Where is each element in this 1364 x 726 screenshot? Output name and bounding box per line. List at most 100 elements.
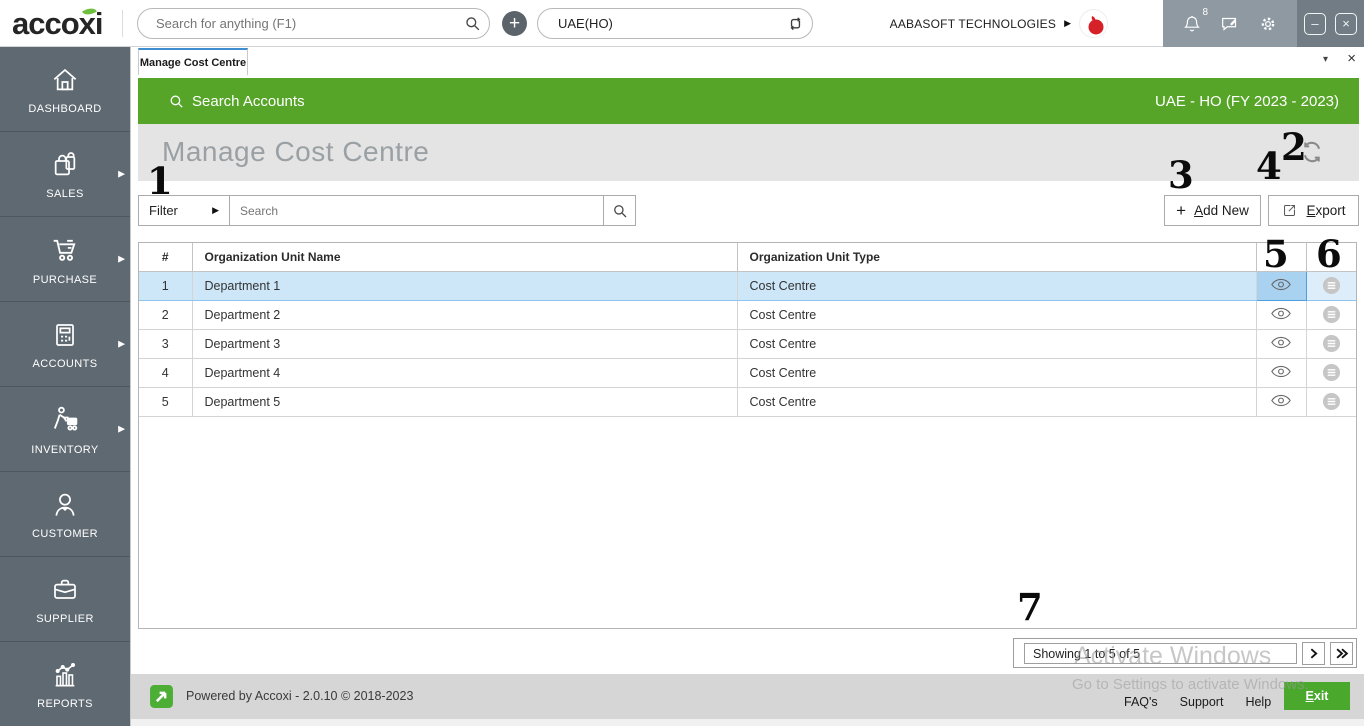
table-header-row: # Organization Unit Name Organization Un… (139, 243, 1356, 272)
chevron-right-icon: ▶ (118, 338, 125, 349)
global-search-input[interactable] (138, 16, 455, 31)
search-icon (613, 204, 626, 217)
row-index: 4 (139, 357, 193, 388)
view-eye-icon[interactable] (1255, 328, 1307, 359)
bottom-strip (131, 719, 1364, 726)
bar-chart-icon (55, 662, 76, 686)
sidebar-item-label: INVENTORY (31, 443, 99, 456)
app-window: accoxi + UAE(HO) AABASOFT TECHNOLOGIES ▶ (0, 0, 1364, 726)
refresh-icon[interactable] (1299, 139, 1325, 165)
exit-label: Exit (1305, 689, 1329, 703)
minimize-icon[interactable]: – (1304, 12, 1326, 35)
view-eye-icon[interactable] (1255, 270, 1307, 301)
top-icon-tray: 8 (1163, 0, 1297, 47)
calculator-icon (56, 323, 74, 346)
row-menu-icon[interactable] (1305, 357, 1356, 388)
window-controls: – × (1297, 0, 1364, 47)
tab-close-icon[interactable]: × (1347, 50, 1356, 67)
messages-icon[interactable] (1217, 11, 1243, 37)
sidebar-nav: DASHBOARD SALES ▶ PURCHASE ▶ ACCOUNTS ▶ … (0, 47, 130, 726)
inventory-trolley-icon (53, 406, 78, 431)
plus-icon: + (1176, 200, 1187, 220)
faqs-link[interactable]: FAQ's (1124, 695, 1158, 709)
row-org-unit-type: Cost Centre (736, 357, 1257, 388)
list-search-button[interactable] (604, 195, 636, 226)
global-search-bar[interactable] (137, 8, 490, 39)
filter-label: Filter (149, 203, 178, 218)
filter-dropdown[interactable]: Filter ▶ (138, 195, 230, 226)
last-page-button[interactable] (1330, 642, 1353, 665)
accounts-header-bar: Search Accounts UAE - HO (FY 2023 - 2023… (138, 78, 1359, 124)
export-label: Export (1306, 203, 1346, 218)
settings-gear-icon[interactable] (1255, 11, 1281, 37)
notification-count-badge: 8 (1202, 6, 1208, 18)
export-button[interactable]: Export (1268, 195, 1359, 226)
add-new-button[interactable]: + Add New (1164, 195, 1261, 226)
view-eye-icon[interactable] (1255, 299, 1307, 330)
view-eye-icon[interactable] (1255, 357, 1307, 388)
header-index: # (139, 243, 193, 272)
row-index: 5 (139, 386, 193, 417)
table-row[interactable]: 4 Department 4 Cost Centre (139, 357, 1356, 388)
row-org-unit-name: Department 5 (191, 386, 738, 417)
row-org-unit-name: Department 4 (191, 357, 738, 388)
add-new-label: Add New (1194, 203, 1249, 218)
next-page-button[interactable] (1302, 642, 1325, 665)
cost-centre-table: # Organization Unit Name Organization Un… (138, 242, 1357, 629)
sidebar-item-accounts[interactable]: ACCOUNTS ▶ (0, 302, 130, 387)
company-name: AABASOFT TECHNOLOGIES (889, 16, 1057, 31)
list-toolbar: Filter ▶ + Add New Export (138, 195, 1359, 226)
row-menu-icon[interactable] (1305, 299, 1356, 330)
sidebar-item-label: ACCOUNTS (32, 357, 98, 370)
sidebar-item-label: SUPPLIER (36, 612, 94, 625)
org-unit-selector[interactable]: UAE(HO) (537, 8, 813, 39)
row-org-unit-name: Department 1 (191, 270, 738, 301)
search-icon[interactable] (455, 14, 489, 33)
sidebar-item-label: CUSTOMER (32, 527, 98, 540)
row-org-unit-type: Cost Centre (736, 386, 1257, 417)
view-eye-icon[interactable] (1255, 386, 1307, 417)
sidebar-item-supplier[interactable]: SUPPLIER (0, 557, 130, 642)
exit-button[interactable]: Exit (1284, 682, 1350, 710)
company-menu[interactable]: AABASOFT TECHNOLOGIES ▶ (890, 0, 1108, 47)
notifications-bell-icon[interactable]: 8 (1179, 7, 1208, 37)
search-icon (170, 95, 183, 108)
quick-add-button[interactable]: + (502, 11, 527, 36)
tab-manage-cost-centre[interactable]: Manage Cost Centre (138, 48, 248, 75)
header-view-column (1255, 243, 1307, 272)
chevron-right-icon: ▶ (118, 253, 125, 264)
briefcase-icon (54, 579, 76, 599)
sidebar-item-purchase[interactable]: PURCHASE ▶ (0, 217, 130, 302)
page-title-bar: Manage Cost Centre (138, 124, 1359, 181)
pagination-summary: Showing 1 to 5 of 5 (1024, 643, 1297, 664)
tab-list-dropdown-icon[interactable]: ▾ (1323, 54, 1328, 65)
sidebar-item-sales[interactable]: SALES ▶ (0, 132, 130, 217)
close-icon[interactable]: × (1335, 12, 1357, 35)
row-menu-icon[interactable] (1305, 270, 1356, 301)
row-org-unit-type: Cost Centre (736, 328, 1257, 359)
sidebar-item-dashboard[interactable]: DASHBOARD (0, 47, 130, 132)
table-row[interactable]: 3 Department 3 Cost Centre (139, 328, 1356, 359)
company-avatar[interactable] (1079, 9, 1108, 38)
support-link[interactable]: Support (1180, 695, 1224, 709)
list-search-input[interactable] (230, 195, 604, 226)
row-org-unit-type: Cost Centre (736, 270, 1257, 301)
pagination-bar: Showing 1 to 5 of 5 (1013, 638, 1357, 668)
table-row[interactable]: 2 Department 2 Cost Centre (139, 299, 1356, 330)
row-menu-icon[interactable] (1305, 328, 1356, 359)
table-row[interactable]: 5 Department 5 Cost Centre (139, 386, 1356, 417)
shopping-cart-icon (53, 239, 76, 261)
page-title: Manage Cost Centre (162, 136, 430, 167)
search-accounts-button[interactable]: Search Accounts (168, 93, 305, 110)
sidebar-item-inventory[interactable]: INVENTORY ▶ (0, 387, 130, 472)
table-row[interactable]: 1 Department 1 Cost Centre (139, 270, 1356, 301)
fiscal-year-context: UAE - HO (FY 2023 - 2023) (1155, 92, 1339, 110)
row-menu-icon[interactable] (1305, 386, 1356, 417)
sidebar-item-reports[interactable]: REPORTS (0, 642, 130, 726)
row-org-unit-name: Department 3 (191, 328, 738, 359)
help-link[interactable]: Help (1245, 695, 1271, 709)
sidebar-item-customer[interactable]: CUSTOMER (0, 472, 130, 557)
main-content: Manage Cost Centre ▾ × Search Accounts U… (130, 47, 1364, 726)
switch-org-icon[interactable] (778, 14, 812, 33)
top-bar: accoxi + UAE(HO) AABASOFT TECHNOLOGIES ▶ (0, 0, 1364, 47)
